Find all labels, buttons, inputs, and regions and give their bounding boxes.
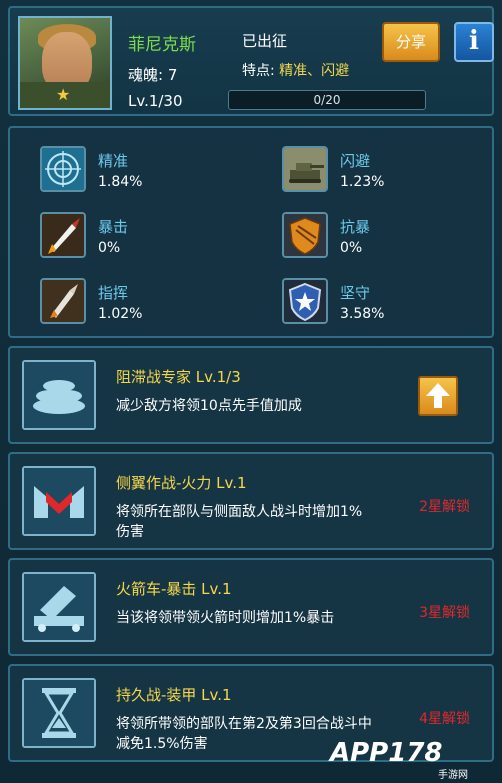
rank-star-icon: ★ [56, 85, 71, 104]
unlock-requirement: 2星解锁 [419, 499, 470, 515]
skill-desc: 减少敌方将领10点先手值加成 [116, 398, 302, 414]
skill-card[interactable]: 火箭车-暴击 Lv.1 当该将领带领火箭时则增加1%暴击 3星解锁 [8, 558, 494, 656]
soul-count: 魂魄: 7 [128, 66, 178, 84]
flank-icon [22, 466, 96, 536]
skill-card[interactable]: 阻滞战专家 Lv.1/3 减少敌方将领10点先手值加成 [8, 346, 494, 444]
stat-label: 精准 [98, 152, 129, 170]
hourglass-icon [22, 678, 96, 748]
target-icon [40, 146, 86, 192]
tank-icon [282, 146, 328, 192]
stat-label: 暴击 [98, 218, 129, 236]
watermark-subtext: 手游网 [438, 770, 468, 781]
stat-label: 闪避 [340, 152, 371, 170]
skill-title: 阻滞战专家 Lv.1/3 [116, 368, 241, 386]
deploy-status: 已出征 [242, 32, 288, 50]
rocket-truck-icon [22, 572, 96, 642]
skill-card[interactable]: 侧翼作战-火力 Lv.1 将领所在部队与侧面敌人战斗时增加1%伤害 2星解锁 [8, 452, 494, 550]
trait-line: 特点: 精准、闪避 [242, 60, 349, 80]
stat-value: 3.58% [340, 306, 385, 322]
star-shield-icon [282, 278, 328, 324]
stat-value: 1.02% [98, 306, 143, 322]
stat-value: 0% [98, 240, 121, 256]
general-detail-screen: ★ 菲尼克斯 魂魄: 7 Lv.1/30 已出征 特点: 精准、闪避 0/20 … [0, 0, 502, 783]
skill-desc: 将领所在部队与侧面敌人战斗时增加1%伤害 [116, 504, 363, 540]
skill-desc: 当该将领带领火箭时则增加1%暴击 [116, 610, 335, 626]
stat-label: 指挥 [98, 284, 129, 302]
trait-label: 特点: [242, 63, 280, 79]
stat-defense: 坚守 3.58% [282, 278, 482, 334]
share-button[interactable]: 分享 [382, 22, 440, 62]
general-avatar: ★ [18, 16, 112, 110]
unlock-requirement: 4星解锁 [419, 711, 470, 727]
stat-value: 1.84% [98, 174, 143, 190]
stat-evasion: 闪避 1.23% [282, 146, 482, 202]
stats-panel: 精准 1.84% 闪避 1.23% 暴击 0% 抗暴 0% 指挥 1.02% 坚… [8, 126, 494, 338]
unlock-requirement: 3星解锁 [419, 605, 470, 621]
stat-anti-crit: 抗暴 0% [282, 212, 482, 268]
arrow-up-icon [426, 383, 450, 408]
stat-label: 抗暴 [340, 218, 371, 236]
skill-title: 火箭车-暴击 Lv.1 [116, 580, 232, 598]
general-name: 菲尼克斯 [128, 35, 196, 55]
stat-precision: 精准 1.84% [40, 146, 240, 202]
skill-title: 侧翼作战-火力 Lv.1 [116, 474, 247, 492]
site-watermark: APP178 手游网 [330, 726, 502, 783]
general-level: Lv.1/30 [128, 92, 183, 110]
missile-icon [40, 212, 86, 258]
stat-value: 0% [340, 240, 363, 256]
sandbag-icon [22, 360, 96, 430]
trait-value: 精准、闪避 [279, 63, 350, 79]
stat-value: 1.23% [340, 174, 385, 190]
general-header: ★ 菲尼克斯 魂魄: 7 Lv.1/30 已出征 特点: 精准、闪避 0/20 … [8, 6, 494, 116]
exp-progress-text: 0/20 [313, 93, 341, 107]
skill-title: 持久战-装甲 Lv.1 [116, 686, 232, 704]
exp-progress-bar: 0/20 [228, 90, 426, 110]
stat-crit: 暴击 0% [40, 212, 240, 268]
watermark-text: APP178 [330, 738, 443, 768]
rocket-icon [40, 278, 86, 324]
stat-label: 坚守 [340, 284, 371, 302]
stat-command: 指挥 1.02% [40, 278, 240, 334]
skill-upgrade-button[interactable] [418, 376, 458, 416]
shield-icon [282, 212, 328, 258]
info-button[interactable]: i [454, 22, 494, 62]
